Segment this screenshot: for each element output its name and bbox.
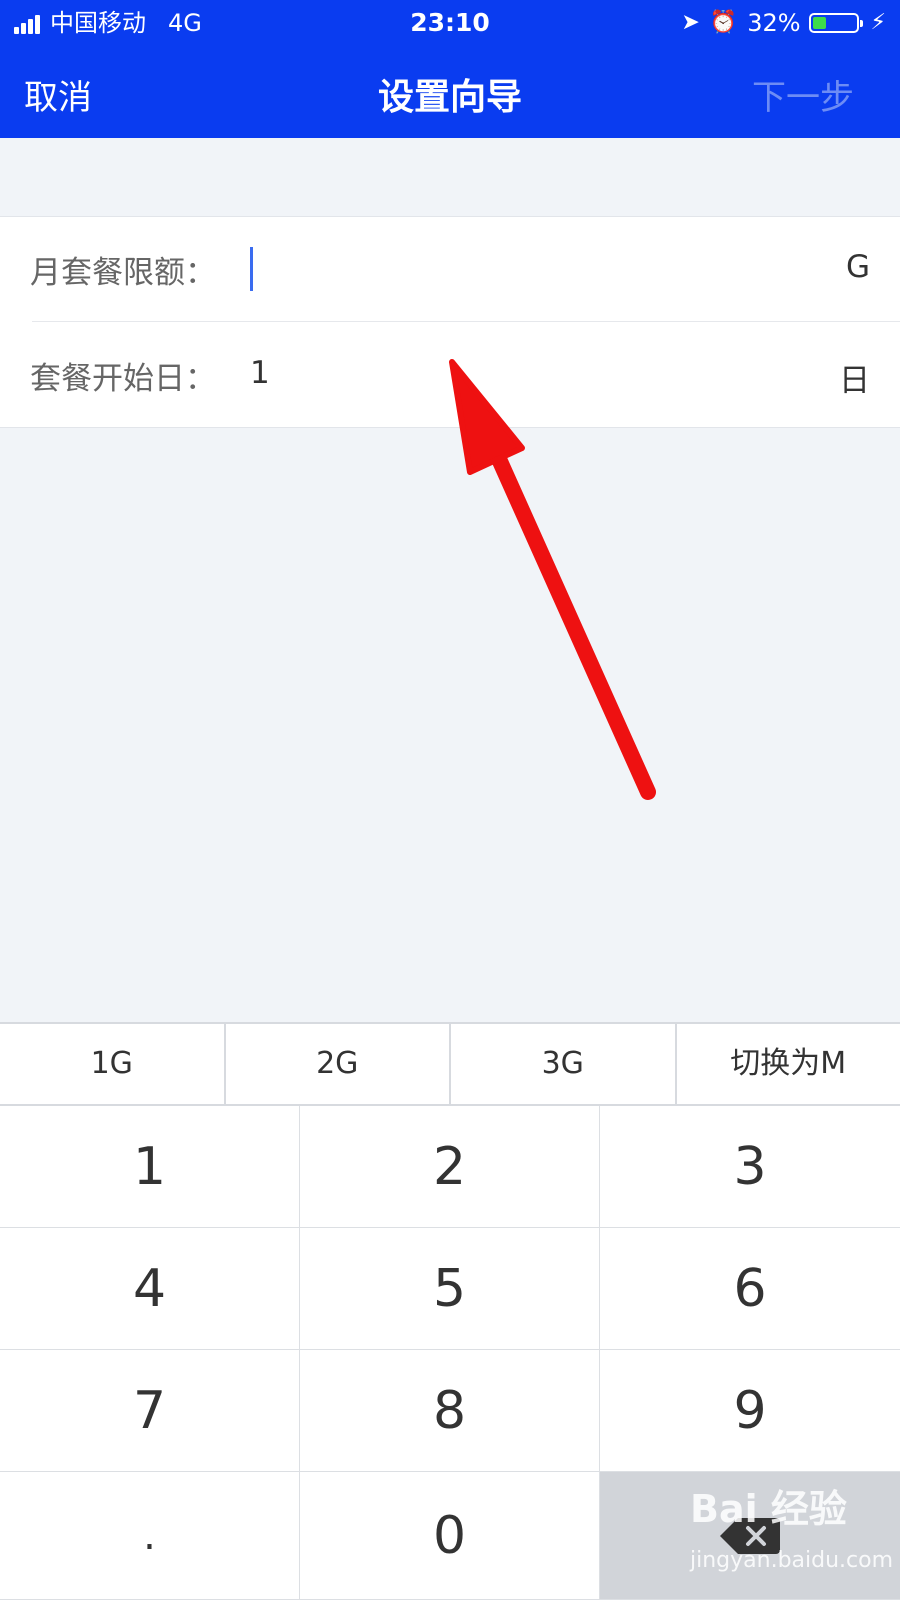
charging-icon: ⚡ <box>870 10 886 35</box>
key-3[interactable]: 3 <box>600 1106 900 1228</box>
location-icon: ➤ <box>681 10 700 35</box>
row-divider <box>32 321 900 322</box>
key-0[interactable]: 0 <box>300 1472 600 1600</box>
quick-1g-button[interactable]: 1G <box>0 1024 226 1104</box>
key-decimal[interactable]: . <box>0 1472 300 1600</box>
key-9[interactable]: 9 <box>600 1350 900 1472</box>
status-bar: 中国移动 4G 23:10 ➤ ⏰ 32% ⚡ <box>0 0 900 46</box>
key-5[interactable]: 5 <box>300 1228 600 1350</box>
battery-percent: 32% <box>747 9 801 37</box>
quota-row[interactable]: 月套餐限额： G <box>0 217 900 321</box>
switch-to-m-button[interactable]: 切换为M <box>677 1024 900 1104</box>
quick-3g-button[interactable]: 3G <box>451 1024 677 1104</box>
watermark-url: jingyan.baidu.com <box>690 1548 894 1573</box>
quota-input-cursor[interactable] <box>250 247 253 291</box>
baidu-jingyan-watermark: Bai 经验 jingyan.baidu.com <box>690 1478 894 1588</box>
watermark-logo: Bai 经验 <box>690 1487 847 1531</box>
quota-unit: G <box>845 249 870 285</box>
quota-label: 月套餐限额： <box>30 255 216 291</box>
app-header: 中国移动 4G 23:10 ➤ ⏰ 32% ⚡ 取消 设置向导 下一步 <box>0 0 900 138</box>
key-7[interactable]: 7 <box>0 1350 300 1472</box>
key-8[interactable]: 8 <box>300 1350 600 1472</box>
status-right: ➤ ⏰ 32% ⚡ <box>671 0 886 46</box>
key-2[interactable]: 2 <box>300 1106 600 1228</box>
quick-amount-bar: 1G 2G 3G 切换为M <box>0 1022 900 1106</box>
key-4[interactable]: 4 <box>0 1228 300 1350</box>
nav-bar: 取消 设置向导 下一步 <box>0 46 900 138</box>
alarm-icon: ⏰ <box>709 10 738 35</box>
key-6[interactable]: 6 <box>600 1228 900 1350</box>
next-step-button[interactable]: 下一步 <box>752 70 854 119</box>
quick-2g-button[interactable]: 2G <box>226 1024 451 1104</box>
plan-form: 月套餐限额： G 套餐开始日： 1 日 <box>0 216 900 428</box>
start-day-row[interactable]: 套餐开始日： 1 日 <box>0 323 900 427</box>
start-day-input[interactable]: 1 <box>250 355 270 391</box>
key-1[interactable]: 1 <box>0 1106 300 1228</box>
start-day-unit: 日 <box>839 363 870 399</box>
start-day-label: 套餐开始日： <box>30 361 216 397</box>
battery-icon <box>808 13 863 33</box>
